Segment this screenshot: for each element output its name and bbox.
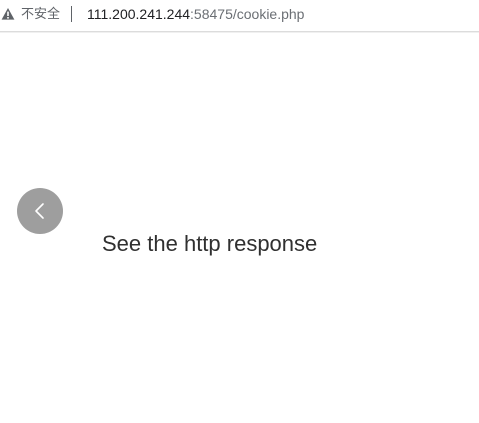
chevron-left-icon [35, 203, 44, 219]
back-button[interactable] [17, 188, 63, 234]
url-path: :58475/cookie.php [190, 6, 305, 22]
url-host: 111.200.241.244 [87, 6, 191, 22]
address-bar[interactable]: 不安全 111.200.241.244:58475/cookie.php [0, 0, 479, 32]
browser-page: 不安全 111.200.241.244:58475/cookie.php See… [0, 0, 479, 423]
address-bar-separator [71, 6, 72, 22]
url-text[interactable]: 111.200.241.244:58475/cookie.php [87, 6, 304, 23]
page-message: See the http response [102, 231, 318, 256]
warning-triangle-icon [1, 8, 15, 20]
security-status-label[interactable]: 不安全 [21, 6, 60, 23]
